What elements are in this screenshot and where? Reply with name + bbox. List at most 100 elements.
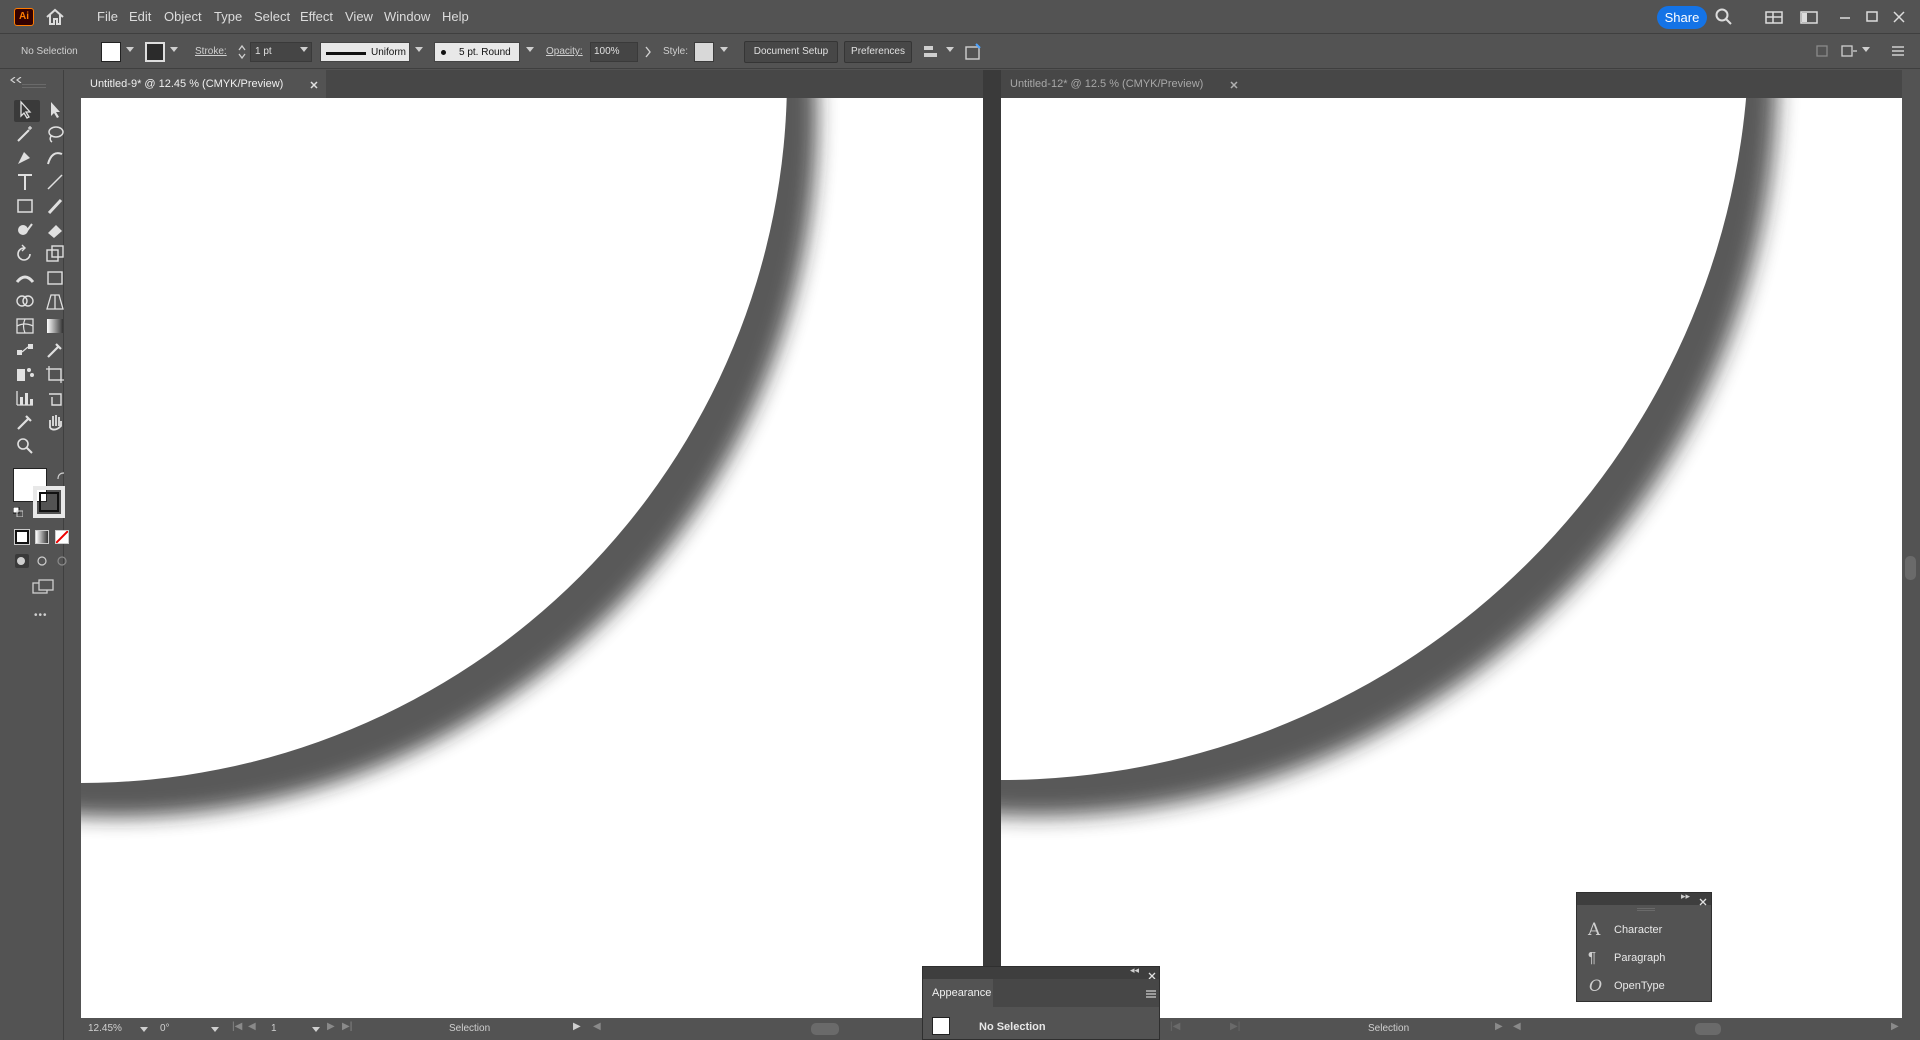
magic-wand-tool-icon[interactable]: [14, 124, 40, 146]
paintbrush-tool-icon[interactable]: [44, 196, 70, 218]
stroke-stepper-icon[interactable]: [236, 43, 248, 61]
pen-tool-icon[interactable]: [14, 148, 40, 170]
panel-menu-icon[interactable]: [1145, 988, 1157, 998]
last-artboard-icon[interactable]: ▶|: [342, 1021, 352, 1032]
previous-artboard-icon[interactable]: ◀: [248, 1021, 256, 1032]
shaper-tool-icon[interactable]: [14, 220, 40, 242]
eyedropper-tool-icon[interactable]: [44, 340, 70, 362]
rotation-value[interactable]: 0°: [160, 1023, 170, 1034]
gradient-mode-icon[interactable]: [35, 530, 49, 544]
collapse-tools-icon[interactable]: [10, 72, 24, 84]
next-artboard-icon[interactable]: ▶: [327, 1021, 335, 1032]
edit-toolbar-icon[interactable]: •••: [34, 610, 48, 621]
character-panel-button[interactable]: A Character: [1577, 917, 1711, 943]
panel-grip[interactable]: [1637, 908, 1655, 911]
scroll-left-icon[interactable]: ◀: [593, 1021, 601, 1032]
change-screen-mode-icon[interactable]: [31, 578, 55, 596]
scroll-right-icon[interactable]: ▶: [1891, 1021, 1899, 1032]
rotate-tool-icon[interactable]: [14, 244, 40, 266]
isolate-icon[interactable]: [1814, 43, 1830, 59]
artboard-dropdown-icon[interactable]: [312, 1027, 320, 1032]
arrange-icon[interactable]: [1840, 43, 1858, 59]
default-fill-stroke-icon[interactable]: [12, 506, 24, 518]
close-window-icon[interactable]: [1890, 8, 1908, 26]
doc-tab-untitled-12[interactable]: Untitled-12* @ 12.5 % (CMYK/Preview): [1001, 70, 1246, 98]
status-menu-icon[interactable]: ▶: [1495, 1021, 1503, 1032]
zoom-level[interactable]: 12.45%: [88, 1023, 122, 1034]
zoom-dropdown-icon[interactable]: [140, 1027, 148, 1032]
stroke-color-swatch[interactable]: [33, 486, 65, 518]
variable-width-profile[interactable]: Uniform: [320, 42, 410, 62]
appearance-tab[interactable]: Appearance: [923, 979, 993, 1007]
status-menu-icon[interactable]: ▶: [573, 1021, 581, 1032]
scroll-left-icon[interactable]: ◀: [1513, 1021, 1521, 1032]
swap-fill-stroke-icon[interactable]: [56, 470, 66, 480]
menu-effect[interactable]: Effect: [300, 9, 333, 24]
collapse-panel-icon[interactable]: ◂◂: [1130, 965, 1139, 976]
control-panel-menu-icon[interactable]: [1890, 43, 1906, 59]
right-vertical-scrollbar[interactable]: [1902, 98, 1920, 1018]
recolor-artwork-icon[interactable]: [964, 43, 982, 61]
arrange-documents-icon[interactable]: [1800, 8, 1818, 26]
curvature-tool-icon[interactable]: [44, 148, 70, 170]
draw-inside-icon[interactable]: [55, 554, 69, 568]
minimize-icon[interactable]: [1836, 8, 1854, 26]
doc-tab-untitled-9[interactable]: Untitled-9* @ 12.45 % (CMYK/Preview): [81, 70, 326, 98]
menu-view[interactable]: View: [345, 9, 373, 24]
share-button[interactable]: Share: [1657, 6, 1707, 29]
workspace-switcher-icon[interactable]: [1765, 8, 1783, 26]
eyedropper-alt-tool-icon[interactable]: [14, 412, 40, 434]
menu-edit[interactable]: Edit: [129, 9, 151, 24]
right-canvas[interactable]: [1001, 98, 1902, 1018]
right-vscroll-thumb[interactable]: [1905, 556, 1916, 580]
column-graph-tool-icon[interactable]: [14, 388, 40, 410]
paragraph-panel-button[interactable]: ¶ Paragraph: [1577, 945, 1711, 971]
fill-dropdown-icon[interactable]: [126, 47, 134, 52]
graphic-style-swatch[interactable]: [694, 42, 714, 62]
free-transform-tool-icon[interactable]: [44, 268, 70, 290]
shape-builder-tool-icon[interactable]: [14, 292, 40, 314]
perspective-grid-tool-icon[interactable]: [44, 292, 70, 314]
stroke-swatch-dropdown-icon[interactable]: [170, 47, 178, 52]
type-panels-header[interactable]: ▸▸: [1577, 891, 1711, 906]
style-dropdown-icon[interactable]: [720, 47, 728, 52]
draw-normal-icon[interactable]: [15, 554, 29, 568]
profile-dropdown-icon[interactable]: [415, 47, 423, 52]
document-setup-button[interactable]: Document Setup: [744, 41, 838, 63]
right-hscroll-thumb[interactable]: [1695, 1023, 1721, 1035]
line-segment-tool-icon[interactable]: [44, 172, 70, 194]
selection-tool-icon[interactable]: [14, 100, 40, 122]
home-icon[interactable]: [44, 7, 66, 27]
mesh-tool-icon[interactable]: [14, 316, 40, 338]
width-tool-icon[interactable]: [14, 268, 40, 290]
menu-type[interactable]: Type: [214, 9, 242, 24]
menu-select[interactable]: Select: [254, 9, 290, 24]
rectangle-tool-icon[interactable]: [14, 196, 40, 218]
menu-file[interactable]: File: [97, 9, 118, 24]
opacity-expand-icon[interactable]: [644, 46, 652, 58]
fill-swatch[interactable]: [101, 42, 121, 62]
opentype-panel-button[interactable]: O OpenType: [1577, 973, 1711, 999]
blend-tool-icon[interactable]: [14, 340, 40, 362]
opacity-input[interactable]: 100%: [590, 42, 638, 62]
menu-window[interactable]: Window: [384, 9, 430, 24]
type-tool-icon[interactable]: [14, 172, 40, 194]
rotation-dropdown-icon[interactable]: [211, 1027, 219, 1032]
close-panel-icon[interactable]: [1148, 969, 1156, 980]
hand-tool-icon[interactable]: [44, 412, 70, 434]
direct-selection-tool-icon[interactable]: [44, 100, 70, 122]
first-artboard-icon[interactable]: |◀: [1170, 1021, 1180, 1032]
tool-status[interactable]: Selection: [449, 1023, 490, 1034]
close-tab-icon[interactable]: [309, 79, 319, 89]
lasso-tool-icon[interactable]: [44, 124, 70, 146]
scale-tool-icon[interactable]: [44, 244, 70, 266]
zoom-tool-icon[interactable]: [14, 436, 40, 458]
document-split-divider[interactable]: [983, 70, 1001, 1018]
stroke-weight-input[interactable]: 1 pt: [250, 42, 312, 62]
appearance-panel-header[interactable]: ◂◂: [923, 965, 1159, 980]
brush-definition[interactable]: 5 pt. Round: [434, 42, 520, 62]
stroke-label[interactable]: Stroke:: [195, 46, 227, 57]
symbol-sprayer-tool-icon[interactable]: [14, 364, 40, 386]
opacity-label[interactable]: Opacity:: [546, 46, 583, 57]
align-dropdown-icon[interactable]: [946, 47, 954, 52]
